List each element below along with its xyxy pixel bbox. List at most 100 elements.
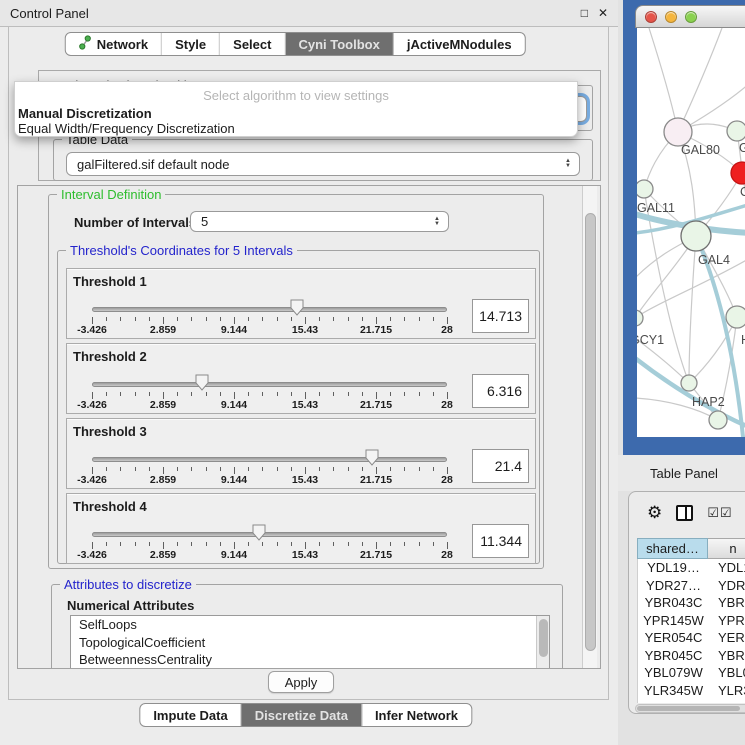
table-panel-titlebar: Table Panel: [618, 455, 745, 491]
threshold-label: Threshold 2: [73, 349, 147, 364]
interval-definition-group: Interval Definition Number of Intervals …: [48, 194, 544, 569]
slider-thumb-icon[interactable]: [252, 524, 266, 541]
slider-thumb-icon[interactable]: [365, 449, 379, 466]
scale-label: 2.859: [150, 399, 176, 411]
float-window-icon[interactable]: □: [581, 6, 588, 20]
tick-mark: [333, 467, 334, 471]
tick-mark: [177, 542, 178, 546]
node-table: shared… n YDL19…YDL1YDR27…YDR2YBR043CYBR…: [637, 538, 745, 703]
node-label: H: [741, 333, 745, 347]
table-row[interactable]: YBR045CYBR0: [638, 647, 745, 665]
network-icon: [79, 35, 92, 53]
tab-label: Cyni Toolbox: [298, 37, 379, 52]
scale-label: 21.715: [360, 474, 392, 486]
tick-mark: [376, 467, 377, 474]
slider-thumb-icon[interactable]: [195, 374, 209, 391]
network-node-gal11[interactable]: [637, 180, 653, 198]
slider-track[interactable]: [92, 457, 447, 462]
scrollbar-thumb[interactable]: [637, 706, 740, 711]
tick-mark: [319, 317, 320, 321]
tab-cyni-toolbox[interactable]: Cyni Toolbox: [285, 33, 393, 55]
attribute-list-item[interactable]: SelfLoops: [71, 616, 549, 634]
split-columns-icon[interactable]: [676, 505, 693, 521]
tick-mark: [234, 467, 235, 474]
cell-name: YBR0: [709, 594, 745, 612]
attribute-list-item[interactable]: TopologicalCoefficient: [71, 634, 549, 652]
slider-track[interactable]: [92, 307, 447, 312]
slider-track[interactable]: [92, 532, 447, 537]
table-horizontal-scrollbar[interactable]: [635, 704, 745, 713]
tick-mark: [262, 542, 263, 546]
column-header-shared[interactable]: shared…: [637, 538, 708, 559]
tab-select[interactable]: Select: [220, 33, 285, 55]
num-intervals-combobox[interactable]: 5 ▲▼: [190, 211, 449, 232]
tick-mark: [234, 542, 235, 549]
network-node-gcy1[interactable]: [637, 310, 643, 326]
tab-jactivemnodules[interactable]: jActiveMNodules: [394, 33, 525, 55]
network-node[interactable]: [709, 411, 727, 429]
threshold-value-field[interactable]: 14.713: [472, 299, 529, 333]
numerical-attributes-list[interactable]: SelfLoopsTopologicalCoefficientBetweenne…: [70, 615, 550, 669]
scrollbar-thumb[interactable]: [539, 619, 548, 657]
slider-thumb-icon[interactable]: [290, 299, 304, 316]
apply-button[interactable]: Apply: [268, 671, 334, 693]
gear-icon[interactable]: ⚙: [647, 503, 662, 523]
table-row[interactable]: YDR27…YDR2: [638, 577, 745, 595]
network-window-titlebar: [635, 5, 745, 28]
table-row[interactable]: YBL079WYBL0: [638, 664, 745, 682]
dropdown-option[interactable]: Manual Discretization: [15, 106, 577, 121]
table-row[interactable]: YDL19…YDL1: [638, 559, 745, 577]
close-traffic-light[interactable]: [645, 11, 657, 23]
control-panel: Control Panel □ ✕ Network Style Select Cyni…: [0, 0, 618, 745]
scale-label: -3.426: [77, 549, 107, 561]
tick-mark: [362, 392, 363, 396]
cell-name: YBR0: [709, 647, 745, 665]
table-row[interactable]: YPR145WYPR1: [638, 612, 745, 630]
network-node-hap2[interactable]: [681, 375, 697, 391]
table-data-combobox[interactable]: galFiltered.sif default node ▲▼: [66, 152, 580, 176]
minimize-traffic-light[interactable]: [665, 11, 677, 23]
settings-vertical-scrollbar[interactable]: [582, 186, 597, 668]
network-view-window: GAL80GCGAL11GAL4GCY1HHAP2: [623, 0, 745, 455]
tab-style[interactable]: Style: [162, 33, 220, 55]
cell-name: YLR3: [709, 682, 745, 700]
network-node-gal4[interactable]: [681, 221, 711, 251]
network-node-gal80[interactable]: [664, 118, 692, 146]
tick-mark: [333, 542, 334, 546]
checkbox-icons[interactable]: ☑☑: [707, 505, 732, 521]
close-icon[interactable]: ✕: [598, 6, 608, 20]
network-edge: [649, 28, 678, 132]
tab-infer-network[interactable]: Infer Network: [362, 704, 471, 726]
zoom-traffic-light[interactable]: [685, 11, 697, 23]
dropdown-option[interactable]: Equal Width/Frequency Discretization: [15, 121, 577, 136]
scrollbar-thumb[interactable]: [585, 213, 596, 651]
cell-shared-name: YPR145W: [638, 612, 709, 630]
cell-shared-name: YDR27…: [638, 577, 709, 595]
control-panel-titlebar: Control Panel □ ✕: [0, 0, 618, 27]
column-header-name[interactable]: n: [708, 538, 745, 559]
tab-network[interactable]: Network: [66, 33, 162, 55]
node-label: C: [740, 185, 745, 199]
attribute-list-item[interactable]: BetweennessCentrality: [71, 651, 549, 669]
tick-mark: [106, 392, 107, 396]
slider-track[interactable]: [92, 382, 447, 387]
tick-mark: [135, 467, 136, 471]
attributes-scrollbar[interactable]: [536, 616, 549, 669]
threshold-value-field[interactable]: 21.4: [472, 449, 529, 483]
node-label: GCY1: [637, 333, 664, 347]
table-row[interactable]: YLR345WYLR3: [638, 682, 745, 700]
tab-label: Style: [175, 37, 206, 52]
tick-mark: [305, 317, 306, 324]
attributes-group-title: Attributes to discretize: [60, 577, 196, 592]
threshold-value-field[interactable]: 11.344: [472, 524, 529, 558]
tab-impute-data[interactable]: Impute Data: [140, 704, 241, 726]
network-canvas[interactable]: GAL80GCGAL11GAL4GCY1HHAP2: [637, 28, 745, 437]
tab-discretize-data[interactable]: Discretize Data: [242, 704, 362, 726]
table-row[interactable]: YIL052CYIL0: [638, 699, 745, 703]
table-row[interactable]: YER054CYER0: [638, 629, 745, 647]
network-node-g[interactable]: [727, 121, 745, 141]
network-node-h[interactable]: [726, 306, 745, 328]
threshold-value-field[interactable]: 6.316: [472, 374, 529, 408]
table-row[interactable]: YBR043CYBR0: [638, 594, 745, 612]
tick-mark: [149, 392, 150, 396]
